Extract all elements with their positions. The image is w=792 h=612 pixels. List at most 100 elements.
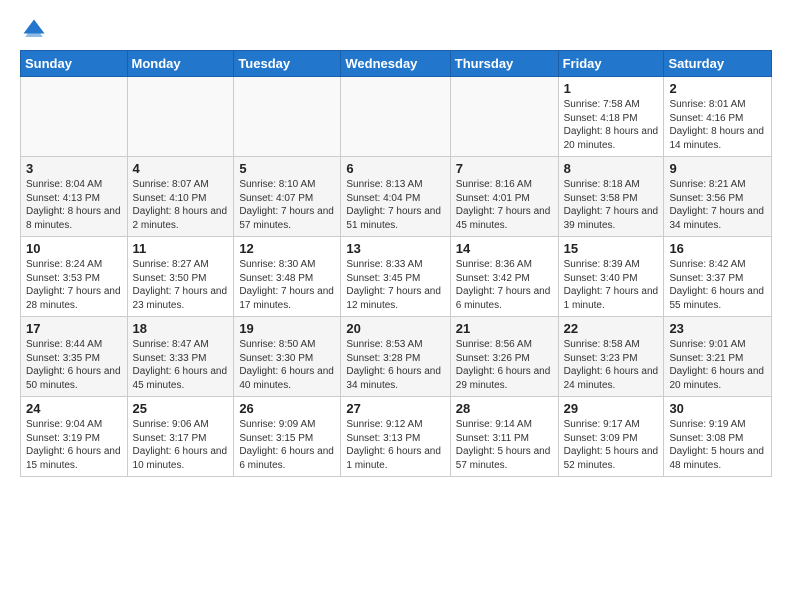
day-number: 5 (239, 161, 335, 176)
day-info: Sunrise: 8:24 AM Sunset: 3:53 PM Dayligh… (26, 258, 122, 312)
day-number: 14 (456, 241, 553, 256)
day-info: Sunrise: 8:01 AM Sunset: 4:16 PM Dayligh… (669, 98, 766, 152)
day-number: 15 (564, 241, 659, 256)
day-number: 29 (564, 401, 659, 416)
calendar-cell: 12 Sunrise: 8:30 AM Sunset: 3:48 PM Dayli… (234, 237, 341, 317)
day-number: 11 (133, 241, 229, 256)
day-info: Sunrise: 9:17 AM Sunset: 3:09 PM Dayligh… (564, 418, 659, 472)
day-info: Sunrise: 8:13 AM Sunset: 4:04 PM Dayligh… (346, 178, 444, 232)
day-number: 17 (26, 321, 122, 336)
calendar-cell: 3Sunrise: 8:04 AM Sunset: 4:13 PM Daylig… (21, 157, 128, 237)
calendar-cell: 15Sunrise: 8:39 AM Sunset: 3:40 PM Dayli… (558, 237, 664, 317)
calendar-cell: 17 Sunrise: 8:44 AM Sunset: 3:35 PM Dayli… (21, 317, 128, 397)
calendar-cell: 19 Sunrise: 8:50 AM Sunset: 3:30 PM Dayli… (234, 317, 341, 397)
calendar-cell: 16 Sunrise: 8:42 AM Sunset: 3:37 PM Dayli… (664, 237, 772, 317)
calendar-cell (127, 77, 234, 157)
day-number: 16 (669, 241, 766, 256)
weekday-header-row: SundayMondayTuesdayWednesdayThursdayFrid… (21, 51, 772, 77)
day-info: Sunrise: 8:50 AM Sunset: 3:30 PM Dayligh… (239, 338, 335, 392)
calendar-cell: 25 Sunrise: 9:06 AM Sunset: 3:17 PM Dayli… (127, 397, 234, 477)
day-info: Sunrise: 8:27 AM Sunset: 3:50 PM Dayligh… (133, 258, 229, 312)
day-number: 10 (26, 241, 122, 256)
day-info: Sunrise: 8:21 AM Sunset: 3:56 PM Dayligh… (669, 178, 766, 232)
day-info: Sunrise: 8:36 AM Sunset: 3:42 PM Dayligh… (456, 258, 553, 312)
day-info: Sunrise: 8:44 AM Sunset: 3:35 PM Dayligh… (26, 338, 122, 392)
day-info: Sunrise: 7:58 AM Sunset: 4:18 PM Dayligh… (564, 98, 659, 152)
day-number: 18 (133, 321, 229, 336)
day-number: 6 (346, 161, 444, 176)
day-info: Sunrise: 8:10 AM Sunset: 4:07 PM Dayligh… (239, 178, 335, 232)
day-number: 4 (133, 161, 229, 176)
day-number: 25 (133, 401, 229, 416)
day-info: Sunrise: 8:58 AM Sunset: 3:23 PM Dayligh… (564, 338, 659, 392)
day-number: 24 (26, 401, 122, 416)
logo (20, 16, 52, 44)
day-info: Sunrise: 9:14 AM Sunset: 3:11 PM Dayligh… (456, 418, 553, 472)
day-number: 1 (564, 81, 659, 96)
calendar-cell: 4 Sunrise: 8:07 AM Sunset: 4:10 PM Daylig… (127, 157, 234, 237)
calendar-cell: 18 Sunrise: 8:47 AM Sunset: 3:33 PM Dayli… (127, 317, 234, 397)
day-number: 8 (564, 161, 659, 176)
page: SundayMondayTuesdayWednesdayThursdayFrid… (0, 0, 792, 493)
calendar-cell: 2 Sunrise: 8:01 AM Sunset: 4:16 PM Daylig… (664, 77, 772, 157)
calendar-cell (21, 77, 128, 157)
calendar-cell: 9Sunrise: 8:21 AM Sunset: 3:56 PM Daylig… (664, 157, 772, 237)
calendar-cell: 5 Sunrise: 8:10 AM Sunset: 4:07 PM Daylig… (234, 157, 341, 237)
day-info: Sunrise: 9:04 AM Sunset: 3:19 PM Dayligh… (26, 418, 122, 472)
day-info: Sunrise: 8:16 AM Sunset: 4:01 PM Dayligh… (456, 178, 553, 232)
header (20, 16, 772, 44)
day-number: 22 (564, 321, 659, 336)
calendar-cell: 29 Sunrise: 9:17 AM Sunset: 3:09 PM Dayli… (558, 397, 664, 477)
day-info: Sunrise: 9:19 AM Sunset: 3:08 PM Dayligh… (669, 418, 766, 472)
weekday-header-wednesday: Wednesday (341, 51, 450, 77)
day-info: Sunrise: 8:53 AM Sunset: 3:28 PM Dayligh… (346, 338, 444, 392)
day-number: 27 (346, 401, 444, 416)
day-info: Sunrise: 8:33 AM Sunset: 3:45 PM Dayligh… (346, 258, 444, 312)
day-number: 12 (239, 241, 335, 256)
day-info: Sunrise: 8:56 AM Sunset: 3:26 PM Dayligh… (456, 338, 553, 392)
day-number: 2 (669, 81, 766, 96)
weekday-header-friday: Friday (558, 51, 664, 77)
calendar-cell: 14 Sunrise: 8:36 AM Sunset: 3:42 PM Dayli… (450, 237, 558, 317)
day-info: Sunrise: 9:12 AM Sunset: 3:13 PM Dayligh… (346, 418, 444, 472)
calendar-cell: 8 Sunrise: 8:18 AM Sunset: 3:58 PM Daylig… (558, 157, 664, 237)
day-info: Sunrise: 8:18 AM Sunset: 3:58 PM Dayligh… (564, 178, 659, 232)
week-row-4: 17 Sunrise: 8:44 AM Sunset: 3:35 PM Dayli… (21, 317, 772, 397)
calendar-cell (234, 77, 341, 157)
day-info: Sunrise: 9:09 AM Sunset: 3:15 PM Dayligh… (239, 418, 335, 472)
logo-icon (20, 16, 48, 44)
calendar-cell: 20Sunrise: 8:53 AM Sunset: 3:28 PM Dayli… (341, 317, 450, 397)
calendar-cell: 22 Sunrise: 8:58 AM Sunset: 3:23 PM Dayli… (558, 317, 664, 397)
day-info: Sunrise: 8:04 AM Sunset: 4:13 PM Dayligh… (26, 178, 122, 232)
calendar-cell: 24 Sunrise: 9:04 AM Sunset: 3:19 PM Dayli… (21, 397, 128, 477)
calendar-cell: 30 Sunrise: 9:19 AM Sunset: 3:08 PM Dayli… (664, 397, 772, 477)
week-row-1: 1 Sunrise: 7:58 AM Sunset: 4:18 PM Daylig… (21, 77, 772, 157)
calendar-cell: 26 Sunrise: 9:09 AM Sunset: 3:15 PM Dayli… (234, 397, 341, 477)
day-info: Sunrise: 8:42 AM Sunset: 3:37 PM Dayligh… (669, 258, 766, 312)
calendar-cell (450, 77, 558, 157)
day-info: Sunrise: 8:47 AM Sunset: 3:33 PM Dayligh… (133, 338, 229, 392)
calendar-cell: 10 Sunrise: 8:24 AM Sunset: 3:53 PM Dayli… (21, 237, 128, 317)
calendar-cell: 7 Sunrise: 8:16 AM Sunset: 4:01 PM Daylig… (450, 157, 558, 237)
calendar-cell: 1 Sunrise: 7:58 AM Sunset: 4:18 PM Daylig… (558, 77, 664, 157)
day-number: 28 (456, 401, 553, 416)
day-number: 13 (346, 241, 444, 256)
day-info: Sunrise: 9:01 AM Sunset: 3:21 PM Dayligh… (669, 338, 766, 392)
calendar-cell: 13 Sunrise: 8:33 AM Sunset: 3:45 PM Dayli… (341, 237, 450, 317)
calendar-cell: 6 Sunrise: 8:13 AM Sunset: 4:04 PM Daylig… (341, 157, 450, 237)
weekday-header-thursday: Thursday (450, 51, 558, 77)
day-info: Sunrise: 9:06 AM Sunset: 3:17 PM Dayligh… (133, 418, 229, 472)
calendar-cell (341, 77, 450, 157)
day-number: 19 (239, 321, 335, 336)
day-number: 26 (239, 401, 335, 416)
day-number: 23 (669, 321, 766, 336)
day-info: Sunrise: 8:07 AM Sunset: 4:10 PM Dayligh… (133, 178, 229, 232)
weekday-header-saturday: Saturday (664, 51, 772, 77)
calendar-cell: 23 Sunrise: 9:01 AM Sunset: 3:21 PM Dayli… (664, 317, 772, 397)
day-info: Sunrise: 8:30 AM Sunset: 3:48 PM Dayligh… (239, 258, 335, 312)
day-number: 7 (456, 161, 553, 176)
day-number: 21 (456, 321, 553, 336)
week-row-2: 3Sunrise: 8:04 AM Sunset: 4:13 PM Daylig… (21, 157, 772, 237)
day-number: 30 (669, 401, 766, 416)
calendar-cell: 28 Sunrise: 9:14 AM Sunset: 3:11 PM Dayli… (450, 397, 558, 477)
